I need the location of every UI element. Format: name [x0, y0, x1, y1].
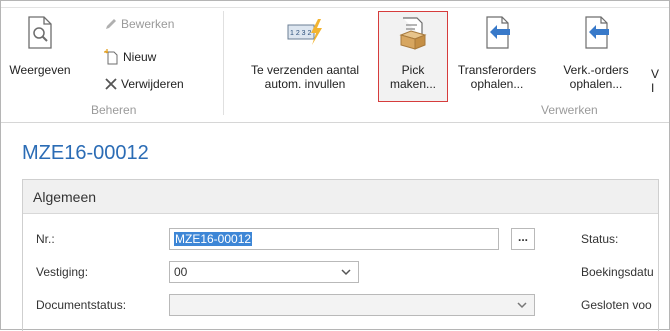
fasttab-general: Algemeen Nr.: MZE16-00012 ... Vestiging:… [22, 179, 659, 331]
transfer-label-line1: Transferorders [457, 63, 537, 77]
autofill-label-line1: Te verzenden aantal [250, 63, 360, 77]
chevron-down-icon [517, 302, 527, 309]
delete-label: Verwijderen [121, 77, 184, 91]
delete-button[interactable]: Verwijderen [104, 77, 184, 91]
document-status-label: Documentstatus: [36, 298, 127, 312]
create-pick-button[interactable]: Pick maken... [379, 15, 447, 91]
autofill-label-line2: autom. invullen [264, 77, 346, 91]
create-pick-label-line2: maken... [389, 77, 437, 91]
page-title: MZE16-00012 [22, 142, 149, 164]
ribbon-group-separator [223, 11, 224, 115]
ribbon-top-border [1, 1, 669, 8]
edit-button[interactable]: Bewerken [104, 17, 174, 31]
fasttab-general-header[interactable]: Algemeen [23, 180, 658, 214]
no-label: Nr.: [36, 232, 55, 246]
delete-x-icon [105, 78, 117, 90]
ellipsis-icon: ... [517, 230, 528, 244]
get-transfer-orders-button[interactable]: Transferorders ophalen... [449, 15, 545, 91]
sales-orders-label-line2: ophalen... [569, 77, 623, 91]
no-value: MZE16-00012 [174, 232, 253, 246]
document-status-select[interactable] [169, 294, 535, 316]
create-pick-label-line1: Pick [401, 63, 425, 77]
view-button[interactable]: Weergeven [9, 15, 71, 77]
autofill-icon-text: 1 2 3 2 [290, 30, 312, 37]
ribbon: Weergeven Bewerken Nieuw Verwijderen Beh… [1, 1, 669, 123]
transfer-label-line2: ophalen... [470, 77, 524, 91]
location-select[interactable]: 00 [169, 261, 359, 283]
status-label: Status: [581, 232, 619, 246]
fasttab-general-title: Algemeen [33, 189, 97, 205]
view-document-icon [28, 16, 52, 49]
get-sales-orders-icon [585, 16, 609, 49]
partial-label-line2: I [651, 81, 655, 95]
closed-for-label: Gesloten voo [581, 298, 652, 312]
group-label-verwerken: Verwerken [541, 103, 598, 117]
no-field[interactable]: MZE16-00012 [169, 228, 499, 250]
location-label: Vestiging: [36, 265, 89, 279]
new-label: Nieuw [123, 50, 157, 64]
chevron-down-icon [341, 269, 351, 276]
get-transfer-orders-icon [486, 16, 510, 49]
sales-orders-label-line1: Verk.-orders [563, 63, 629, 77]
new-document-icon [104, 49, 118, 65]
autofill-quantity-icon: 1 2 3 2 [287, 19, 322, 45]
location-value: 00 [174, 265, 188, 279]
view-label: Weergeven [9, 63, 71, 77]
pencil-icon [106, 19, 116, 29]
create-pick-icon [399, 17, 427, 50]
autofill-qty-to-ship-button[interactable]: 1 2 3 2 Te verzenden aantal autom. invul… [231, 15, 379, 91]
group-label-beheren: Beheren [91, 103, 137, 117]
partial-ribbon-button[interactable]: V I [651, 67, 663, 95]
posting-date-label: Boekingsdatu [581, 265, 654, 279]
no-lookup-button[interactable]: ... [511, 228, 535, 250]
get-sales-orders-button[interactable]: Verk.-orders ophalen... [551, 15, 641, 91]
partial-label-line1: V [651, 67, 660, 81]
edit-label: Bewerken [121, 17, 175, 31]
new-button[interactable]: Nieuw [104, 49, 156, 65]
